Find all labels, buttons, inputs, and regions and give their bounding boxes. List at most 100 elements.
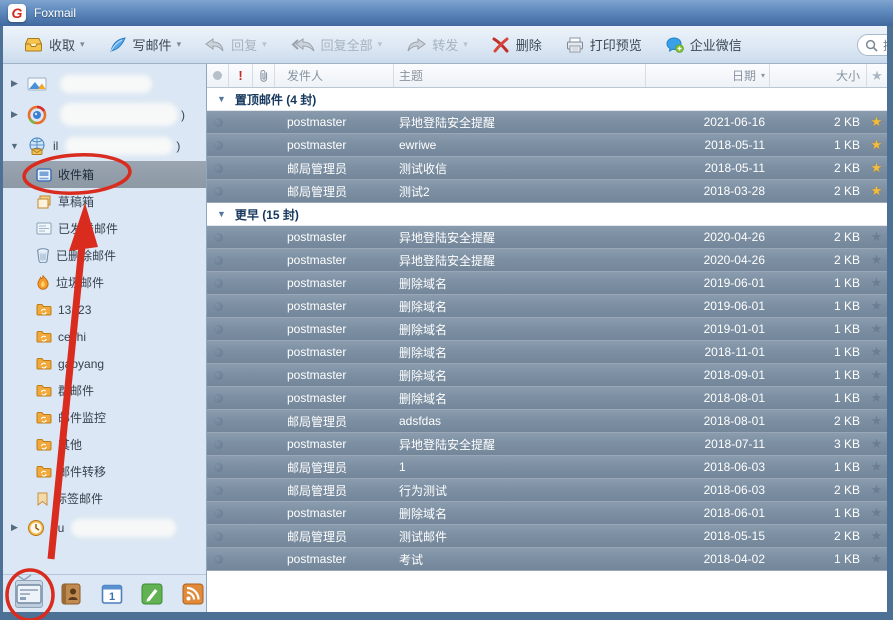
cell-date: 2019-06-01 — [645, 295, 769, 317]
star-icon[interactable]: ★ — [866, 318, 887, 340]
mail-row[interactable]: postmaster删除域名2019-01-011 KB★ — [207, 318, 887, 341]
star-icon[interactable]: ★ — [866, 295, 887, 317]
sidebar-item-ceshi[interactable]: ceshi — [3, 323, 206, 350]
column-star[interactable]: ★ — [866, 64, 887, 87]
toolbar-compose-button[interactable]: 写邮件▾ — [98, 30, 193, 60]
star-icon[interactable]: ★ — [866, 157, 887, 179]
column-subject[interactable]: 主题 — [394, 64, 645, 87]
sidebar-account[interactable]: ▼il) — [3, 130, 206, 161]
star-icon[interactable]: ★ — [866, 341, 887, 363]
chevron-collapsed-icon[interactable]: ▶ — [8, 522, 21, 533]
mail-row[interactable]: postmaster删除域名2019-06-011 KB★ — [207, 272, 887, 295]
mail-row[interactable]: postmaster异地登陆安全提醒2021-06-162 KB★ — [207, 111, 887, 134]
search-box[interactable]: 搜 — [857, 34, 887, 56]
sidebar-item-13123[interactable]: 13123 — [3, 296, 206, 323]
sidebar-item-标签邮件[interactable]: 标签邮件 — [3, 485, 206, 512]
mail-row[interactable]: postmaster考试2018-04-021 KB★ — [207, 548, 887, 571]
star-icon[interactable]: ★ — [866, 502, 887, 524]
cell-imp — [229, 456, 253, 478]
star-icon[interactable]: ★ — [866, 272, 887, 294]
sidebar-item-已发送邮件[interactable]: 已发送邮件 — [3, 215, 206, 242]
mail-row[interactable]: 邮局管理员测试收信2018-05-112 KB★ — [207, 157, 887, 180]
cell-date: 2018-05-15 — [645, 525, 769, 547]
star-icon[interactable]: ★ — [866, 226, 887, 248]
cell-clip — [253, 387, 275, 409]
mail-row[interactable]: postmaster异地登陆安全提醒2020-04-262 KB★ — [207, 249, 887, 272]
star-icon[interactable]: ★ — [866, 410, 887, 432]
column-attachment[interactable] — [253, 64, 275, 87]
dropdown-arrow-icon[interactable]: ▾ — [177, 39, 182, 50]
toolbar-print-preview-button[interactable]: 打印预览 — [555, 30, 653, 60]
mail-row[interactable]: postmaster异地登陆安全提醒2020-04-262 KB★ — [207, 226, 887, 249]
mail-row[interactable]: postmaster删除域名2019-06-011 KB★ — [207, 295, 887, 318]
column-read-status[interactable] — [207, 64, 229, 87]
chevron-expanded-icon[interactable]: ▼ — [8, 141, 21, 151]
cell-imp — [229, 249, 253, 271]
toolbar-delete-button[interactable]: 删除 — [481, 30, 553, 60]
column-size[interactable]: 大小 — [769, 64, 866, 87]
sidebar-item-收件箱[interactable]: 收件箱 — [3, 161, 206, 188]
sidebar-item-已删除邮件[interactable]: 已删除邮件 — [3, 242, 206, 269]
mail-row[interactable]: postmaster删除域名2018-09-011 KB★ — [207, 364, 887, 387]
collapse-chevron-icon[interactable] — [16, 568, 32, 586]
mail-row[interactable]: 邮局管理员adsfdas2018-08-012 KB★ — [207, 410, 887, 433]
mail-row[interactable]: 邮局管理员12018-06-031 KB★ — [207, 456, 887, 479]
group-header[interactable]: ▼更早 (15 封) — [207, 203, 887, 226]
star-icon[interactable]: ★ — [866, 456, 887, 478]
column-sender[interactable]: 发件人 — [275, 64, 394, 87]
mail-row[interactable]: postmaster删除域名2018-11-011 KB★ — [207, 341, 887, 364]
dropdown-arrow-icon[interactable]: ▾ — [80, 39, 85, 50]
mail-row[interactable]: postmasterewriwe2018-05-111 KB★ — [207, 134, 887, 157]
star-icon[interactable]: ★ — [866, 525, 887, 547]
sidebar-item-邮件转移[interactable]: 邮件转移 — [3, 458, 206, 485]
mail-row[interactable]: postmaster异地登陆安全提醒2018-07-113 KB★ — [207, 433, 887, 456]
star-icon[interactable]: ★ — [866, 111, 887, 133]
mail-row[interactable]: 邮局管理员测试邮件2018-05-152 KB★ — [207, 525, 887, 548]
cell-imp — [229, 502, 253, 524]
toolbar-button-label: 删除 — [516, 35, 542, 54]
group-collapse-icon[interactable]: ▼ — [217, 209, 226, 219]
star-icon[interactable]: ★ — [866, 479, 887, 501]
sidebar-item-label: gaoyang — [58, 357, 104, 371]
toolbar-wecom-button[interactable]: 企业微信 — [655, 30, 753, 60]
sidebar-item-草稿箱[interactable]: 草稿箱 — [3, 188, 206, 215]
sidebar-item-邮件监控[interactable]: 邮件监控 — [3, 404, 206, 431]
cell-imp — [229, 180, 253, 202]
mail-row[interactable]: 邮局管理员行为测试2018-06-032 KB★ — [207, 479, 887, 502]
sidebar-account[interactable]: ▶) — [3, 99, 206, 130]
group-header[interactable]: ▼置顶邮件 (4 封) — [207, 88, 887, 111]
notes-tab-button[interactable] — [140, 580, 166, 608]
sidebar-account[interactable]: ▶ — [3, 68, 206, 99]
column-importance[interactable]: ! — [229, 64, 253, 87]
chevron-collapsed-icon[interactable]: ▶ — [8, 78, 21, 89]
column-date[interactable]: 日期▾ — [645, 64, 769, 87]
read-status-icon — [214, 394, 223, 403]
rss-tab-button[interactable] — [180, 580, 206, 608]
star-icon[interactable]: ★ — [866, 364, 887, 386]
sidebar-item-其他[interactable]: 其他 — [3, 431, 206, 458]
star-icon[interactable]: ★ — [866, 180, 887, 202]
chevron-collapsed-icon[interactable]: ▶ — [8, 109, 21, 120]
calendar-tab-button[interactable]: 1 — [99, 580, 125, 608]
contacts-tab-button[interactable] — [58, 580, 84, 608]
read-status-icon — [214, 325, 223, 334]
cell-sender: postmaster — [275, 134, 394, 156]
group-collapse-icon[interactable]: ▼ — [217, 94, 226, 104]
star-icon[interactable]: ★ — [866, 249, 887, 271]
sidebar-item-垃圾邮件[interactable]: 垃圾邮件 — [3, 269, 206, 296]
sidebar-item-群邮件[interactable]: 群邮件 — [3, 377, 206, 404]
star-icon[interactable]: ★ — [866, 134, 887, 156]
mail-list-body: ▼置顶邮件 (4 封)postmaster异地登陆安全提醒2021-06-162… — [207, 88, 887, 612]
star-icon[interactable]: ★ — [866, 387, 887, 409]
sidebar-item-gaoyang[interactable]: gaoyang — [3, 350, 206, 377]
mail-row[interactable]: postmaster删除域名2018-06-011 KB★ — [207, 502, 887, 525]
star-icon[interactable]: ★ — [866, 433, 887, 455]
cell-clip — [253, 272, 275, 294]
cell-read-status — [207, 318, 229, 340]
cell-size: 1 KB — [769, 341, 866, 363]
sidebar-account[interactable]: ▶ou — [3, 512, 206, 543]
toolbar-mail-tray-button[interactable]: 收取▾ — [13, 30, 96, 60]
mail-row[interactable]: 邮局管理员测试22018-03-282 KB★ — [207, 180, 887, 203]
mail-row[interactable]: postmaster删除域名2018-08-011 KB★ — [207, 387, 887, 410]
star-icon[interactable]: ★ — [866, 548, 887, 570]
